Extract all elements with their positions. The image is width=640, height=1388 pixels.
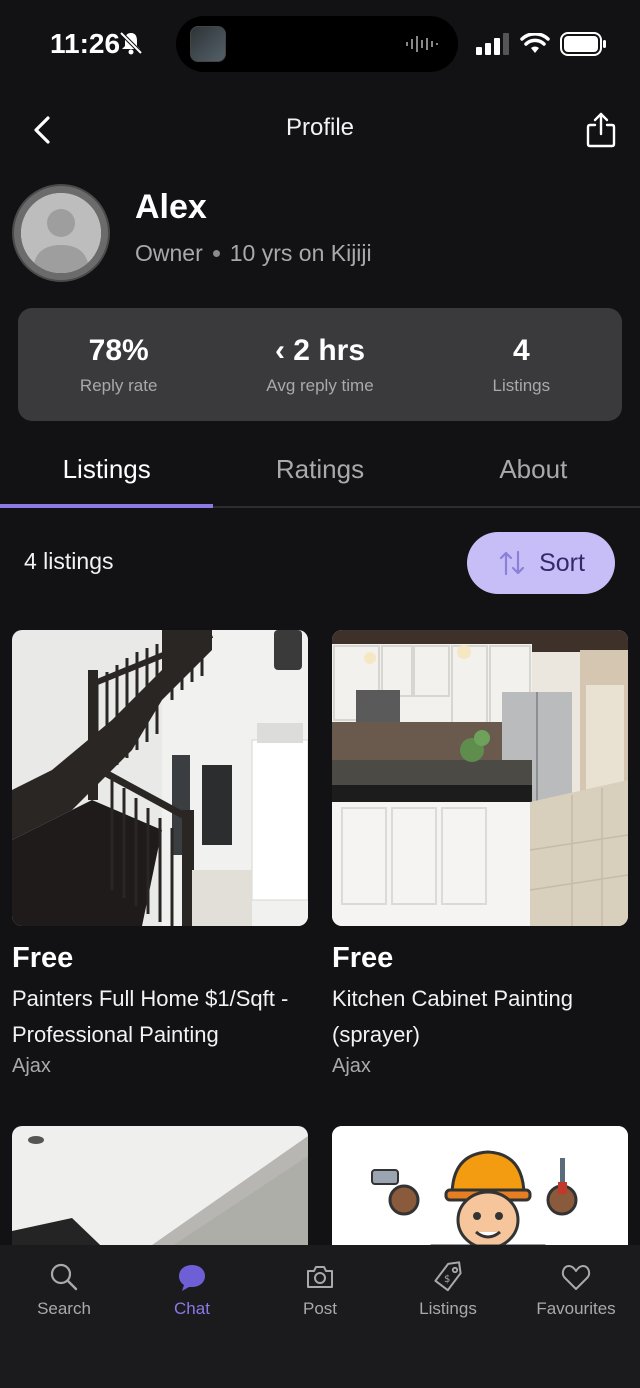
signal-icon <box>476 33 509 55</box>
listing-card[interactable]: Free Kitchen Cabinet Painting (sprayer) … <box>332 630 628 1078</box>
avatar <box>12 184 110 282</box>
listing-location: Ajax <box>332 1055 371 1077</box>
listing-price: Free <box>332 942 394 974</box>
stat-label: Avg reply time <box>266 375 374 395</box>
tab-ratings[interactable]: Ratings <box>213 440 426 506</box>
search-icon <box>50 1263 78 1291</box>
app-icon <box>190 26 226 62</box>
tab-listings[interactable]: Listings <box>0 440 214 508</box>
listing-title[interactable]: Kitchen Cabinet Painting (sprayer) <box>332 981 628 1053</box>
profile-tabs: Listings Ratings About <box>0 440 640 508</box>
dynamic-island <box>176 16 458 72</box>
profile-role: Owner <box>135 240 203 266</box>
share-icon[interactable] <box>584 110 618 150</box>
listings-count: 4 listings <box>24 548 114 574</box>
stat-value: 78% <box>88 333 149 367</box>
sort-arrows-icon <box>499 550 525 576</box>
battery-icon <box>560 32 606 56</box>
chat-icon <box>179 1265 205 1291</box>
nav-chat[interactable]: Chat <box>128 1245 256 1388</box>
tab-about[interactable]: About <box>427 440 640 506</box>
stat-label: Listings <box>492 375 551 395</box>
status-time: 11:26 <box>50 28 121 59</box>
profile-name: Alex <box>135 188 207 226</box>
kitchen-photo <box>332 630 628 926</box>
stat-value: ‹ 2 hrs <box>274 333 365 367</box>
stat-reply-rate: 78% Reply rate <box>18 308 219 421</box>
nav-label: Chat <box>174 1299 210 1318</box>
nav-label: Post <box>302 1299 338 1318</box>
heart-icon <box>561 1265 591 1290</box>
bell-muted-icon <box>119 31 143 55</box>
wifi-icon <box>520 33 550 53</box>
stat-value: 4 <box>512 333 530 367</box>
profile-subtitle: Owner 10 yrs on Kijiji <box>135 240 372 267</box>
top-nav: Profile <box>0 100 640 160</box>
nav-label: Search <box>37 1299 91 1318</box>
separator-dot <box>212 250 220 257</box>
nav-label: Listings <box>419 1299 477 1318</box>
page-title: Profile <box>285 114 355 141</box>
sort-button[interactable]: Sort <box>467 532 615 594</box>
stats-panel: 78% Reply rate ‹ 2 hrs Avg reply time 4 … <box>18 308 622 421</box>
listing-title[interactable]: Painters Full Home $1/Sqft - Professiona… <box>12 981 308 1053</box>
tag-icon: $ <box>434 1261 462 1292</box>
nav-label: Favourites <box>536 1299 616 1318</box>
stat-avg-reply-time: ‹ 2 hrs Avg reply time <box>219 308 420 421</box>
audio-wave-icon <box>406 36 438 52</box>
status-bar: 11:26 <box>0 0 640 90</box>
stat-label: Reply rate <box>79 375 158 395</box>
nav-search[interactable]: Search <box>0 1245 128 1388</box>
camera-icon <box>307 1266 333 1288</box>
stat-listings: 4 Listings <box>421 308 622 421</box>
sort-label: Sort <box>539 548 585 577</box>
profile-tenure: 10 yrs on Kijiji <box>229 240 372 266</box>
staircase-photo <box>12 630 308 926</box>
nav-favourites[interactable]: Favourites <box>512 1245 640 1388</box>
status-indicators <box>476 32 606 56</box>
nav-listings[interactable]: $ Listings <box>384 1245 512 1388</box>
listing-card[interactable]: Free Painters Full Home $1/Sqft - Profes… <box>12 630 308 1078</box>
bottom-nav: Search Chat Post $ Listings Favourites <box>0 1245 640 1388</box>
avatar-placeholder-icon <box>21 193 101 273</box>
listing-location: Ajax <box>12 1055 51 1077</box>
nav-post[interactable]: Post <box>256 1245 384 1388</box>
svg-text:$: $ <box>444 1274 450 1285</box>
listing-price: Free <box>12 942 74 974</box>
